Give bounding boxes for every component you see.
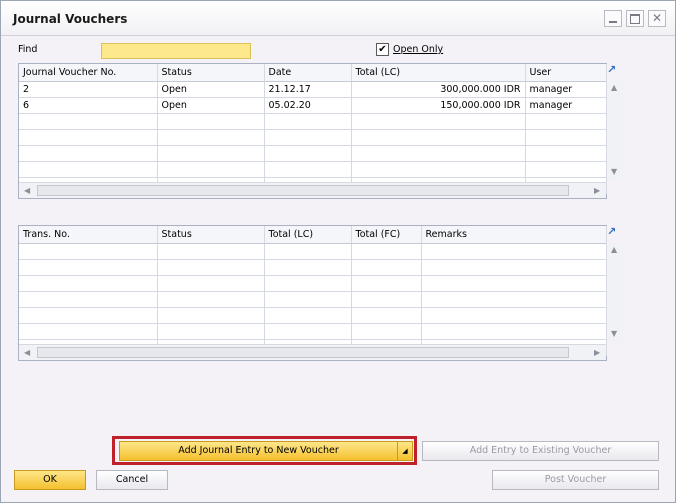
scroll-right-icon[interactable]: ▶ — [594, 186, 600, 195]
scroll-up-icon[interactable]: ▲ — [611, 83, 617, 92]
cell-voucher-no[interactable]: 2 — [19, 81, 158, 98]
empty-row[interactable] — [19, 291, 607, 308]
post-voucher-button[interactable]: Post Voucher — [492, 470, 659, 490]
col-header-date[interactable]: Date — [264, 64, 352, 82]
find-input[interactable] — [101, 43, 251, 59]
empty-row[interactable] — [19, 323, 607, 340]
cancel-button[interactable]: Cancel — [96, 470, 168, 490]
add-to-existing-voucher-button[interactable]: Add Entry to Existing Voucher — [422, 441, 659, 461]
col-header-voucher-no[interactable]: Journal Voucher No. — [19, 64, 158, 82]
col-header-total-lc[interactable]: Total (LC) — [264, 226, 352, 244]
scroll-thumb[interactable] — [37, 347, 569, 358]
col-header-remarks[interactable]: Remarks — [421, 226, 607, 244]
empty-row[interactable] — [19, 113, 607, 130]
empty-row[interactable] — [19, 145, 607, 162]
ok-button[interactable]: OK — [14, 470, 86, 490]
cell-status[interactable]: Open — [157, 81, 265, 98]
cell-total-lc[interactable]: 150,000.000 IDR — [351, 97, 526, 114]
vouchers-grid: Journal Voucher No. Status Date Total (L… — [18, 63, 607, 199]
highlight-box — [112, 436, 417, 465]
find-label: Find — [18, 44, 38, 55]
expand-grid-icon[interactable]: ↗ — [607, 64, 618, 75]
entries-table: Trans. No. Status Total (LC) Total (FC) … — [19, 226, 607, 356]
vouchers-horizontal-scrollbar[interactable]: ◀ ▶ — [19, 182, 606, 198]
cell-user[interactable]: manager — [525, 81, 607, 98]
entries-vertical-scrollbar[interactable]: ▲ ▼ — [606, 243, 622, 343]
empty-row[interactable] — [19, 307, 607, 324]
cell-voucher-no[interactable]: 6 — [19, 97, 158, 114]
empty-row[interactable] — [19, 161, 607, 178]
vouchers-table: Journal Voucher No. Status Date Total (L… — [19, 64, 607, 194]
table-row[interactable]: 2 Open 21.12.17 300,000.000 IDR manager — [19, 81, 607, 98]
col-header-total-fc[interactable]: Total (FC) — [351, 226, 422, 244]
empty-row[interactable] — [19, 259, 607, 276]
maximize-icon — [630, 14, 640, 24]
expand-grid-icon[interactable]: ↗ — [607, 226, 618, 237]
open-only-label: Open Only — [393, 44, 444, 55]
cell-user[interactable]: manager — [525, 97, 607, 114]
scroll-right-icon[interactable]: ▶ — [594, 348, 600, 357]
scroll-down-icon[interactable]: ▼ — [611, 167, 617, 176]
vouchers-vertical-scrollbar[interactable]: ▲ ▼ — [606, 81, 622, 181]
col-header-user[interactable]: User — [525, 64, 607, 82]
scroll-up-icon[interactable]: ▲ — [611, 245, 617, 254]
col-header-status[interactable]: Status — [157, 226, 265, 244]
scroll-left-icon[interactable]: ◀ — [24, 348, 30, 357]
journal-vouchers-window: Journal Vouchers ✕ Find ✔ Open Only Jour… — [0, 0, 676, 503]
checkmark-icon: ✔ — [378, 44, 387, 55]
maximize-button[interactable] — [626, 10, 644, 27]
scroll-left-icon[interactable]: ◀ — [24, 186, 30, 195]
col-header-total-lc[interactable]: Total (LC) — [351, 64, 526, 82]
table-row[interactable]: 6 Open 05.02.20 150,000.000 IDR manager — [19, 97, 607, 114]
col-header-trans-no[interactable]: Trans. No. — [19, 226, 158, 244]
col-header-status[interactable]: Status — [157, 64, 265, 82]
scroll-down-icon[interactable]: ▼ — [611, 329, 617, 338]
minimize-icon — [609, 21, 617, 23]
empty-row[interactable] — [19, 129, 607, 146]
cell-date[interactable]: 05.02.20 — [264, 97, 352, 114]
minimize-button[interactable] — [604, 10, 622, 27]
vouchers-header-row: Journal Voucher No. Status Date Total (L… — [19, 64, 607, 82]
scroll-thumb[interactable] — [37, 185, 569, 196]
cell-total-lc[interactable]: 300,000.000 IDR — [351, 81, 526, 98]
window-title: Journal Vouchers — [13, 12, 128, 26]
entries-grid: Trans. No. Status Total (LC) Total (FC) … — [18, 225, 607, 361]
cell-date[interactable]: 21.12.17 — [264, 81, 352, 98]
open-only-checkbox[interactable]: ✔ — [376, 43, 389, 56]
empty-row[interactable] — [19, 243, 607, 260]
cell-status[interactable]: Open — [157, 97, 265, 114]
empty-row[interactable] — [19, 275, 607, 292]
title-bar: Journal Vouchers ✕ — [1, 1, 675, 36]
entries-header-row: Trans. No. Status Total (LC) Total (FC) … — [19, 226, 607, 244]
close-icon: ✕ — [652, 11, 663, 25]
close-button[interactable]: ✕ — [648, 10, 666, 27]
entries-horizontal-scrollbar[interactable]: ◀ ▶ — [19, 344, 606, 360]
